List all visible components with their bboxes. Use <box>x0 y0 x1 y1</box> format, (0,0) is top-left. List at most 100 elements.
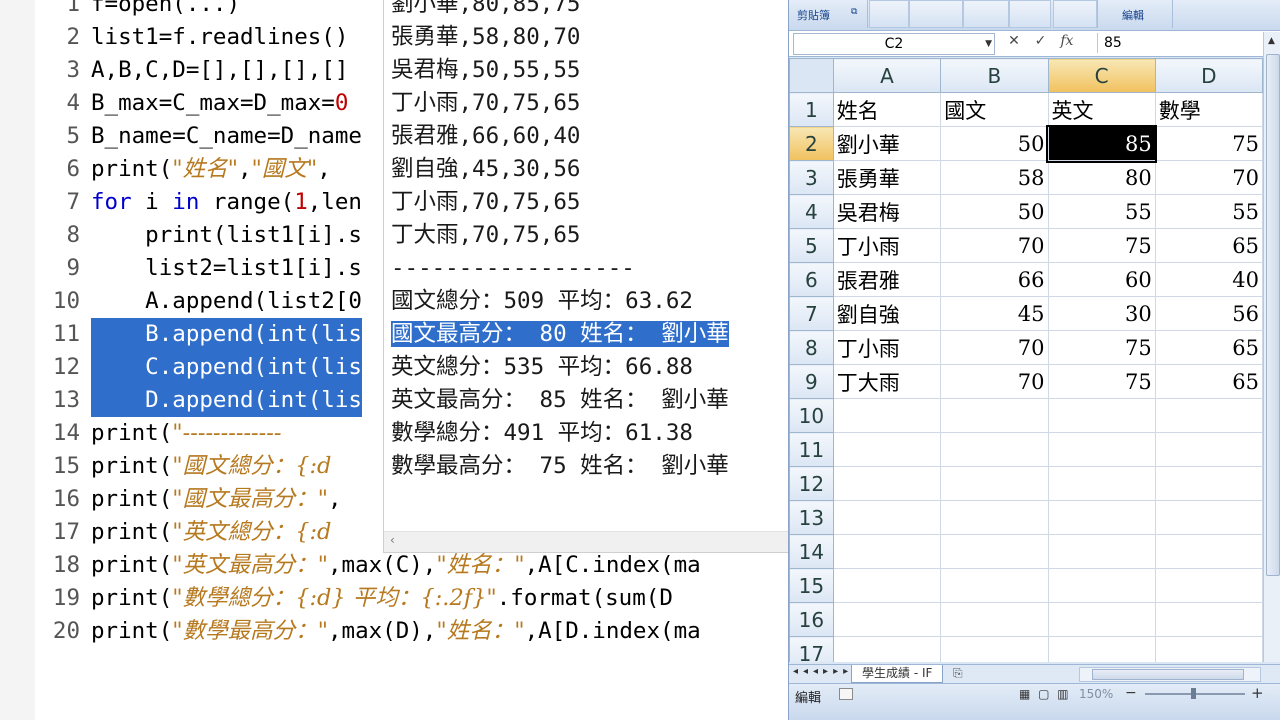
sheet-cell[interactable]: 張君雅 <box>832 262 942 297</box>
row-header[interactable]: 9 <box>789 364 834 399</box>
insert-sheet-icon[interactable]: ⎘ <box>953 666 963 681</box>
sheet-cell[interactable] <box>940 568 1049 603</box>
code-line[interactable]: 20 print("數學最高分：",max(D),"姓名：",A[D.index(… <box>0 615 790 648</box>
row-header[interactable]: 16 <box>789 602 834 637</box>
sheet-cell[interactable]: 丁小雨 <box>832 330 942 365</box>
code-text[interactable]: B_name=C_name=D_name <box>91 120 362 153</box>
code-text[interactable]: print("國文最高分：", <box>91 483 342 516</box>
edit-group[interactable]: 編輯 <box>1097 0 1173 28</box>
code-text[interactable]: list1=f.readlines() <box>91 21 348 54</box>
sheet-cell[interactable] <box>1154 602 1263 637</box>
code-text[interactable]: print("英文總分：{:d <box>91 516 331 549</box>
code-text[interactable]: list2=list1[i].s <box>91 252 362 285</box>
sheet-cell[interactable] <box>940 466 1049 501</box>
row-header[interactable]: 17 <box>789 636 834 662</box>
ribbon-button[interactable] <box>909 0 963 28</box>
ribbon-button[interactable] <box>869 0 909 28</box>
sheet-cell[interactable]: 65 <box>1154 364 1263 399</box>
code-text[interactable]: print(list1[i].s <box>91 219 362 252</box>
ribbon-button[interactable] <box>1053 0 1097 28</box>
sheet-cell[interactable]: 70 <box>940 364 1049 399</box>
code-text[interactable]: print("英文最高分：",max(C),"姓名：",A[C.index(ma <box>91 549 701 582</box>
zoom-level[interactable]: 150% <box>1079 687 1113 701</box>
row-header[interactable]: 12 <box>789 466 834 501</box>
sheet-cell[interactable]: 70 <box>1154 160 1263 195</box>
output-horizontal-scrollbar[interactable]: ‹ <box>384 531 788 552</box>
sheet-cell[interactable] <box>832 568 942 603</box>
dialog-launcher-icon[interactable]: ⧉ <box>851 7 857 17</box>
code-text[interactable]: f=open(...) <box>91 0 240 21</box>
output-window[interactable]: 劉小華,80,85,75 張勇華,58,80,70 吳君梅,50,55,55 丁小雨,… <box>383 0 789 553</box>
clipboard-group[interactable]: 剪貼簿 ⧉ <box>789 0 868 28</box>
sheet-cell[interactable]: 劉自強 <box>832 296 942 331</box>
row-header[interactable]: 10 <box>789 398 834 433</box>
sheet-cell[interactable]: 國文 <box>940 92 1049 127</box>
sheet-cell[interactable] <box>940 636 1049 662</box>
row-header[interactable]: 15 <box>789 568 834 603</box>
horizontal-scrollbar[interactable] <box>1079 667 1261 682</box>
worksheet-grid[interactable]: A B C D 1 姓名 國文 英文 數學 2 劉小華 50 85 75 3 張勇華 58 80 70 4 吳君梅 50 5… <box>789 58 1263 662</box>
column-header[interactable]: A <box>832 58 942 93</box>
column-header[interactable]: D <box>1154 58 1263 93</box>
sheet-cell[interactable] <box>1047 500 1156 535</box>
row-header[interactable]: 11 <box>789 432 834 467</box>
sheet-cell[interactable]: 張勇華 <box>832 160 942 195</box>
sheet-cell[interactable]: 50 <box>940 194 1049 229</box>
sheet-cell[interactable]: 劉小華 <box>832 126 942 161</box>
column-header[interactable]: B <box>940 58 1049 93</box>
sheet-cell[interactable] <box>1154 534 1263 569</box>
sheet-cell[interactable] <box>832 432 942 467</box>
sheet-cell[interactable]: 丁小雨 <box>832 228 942 263</box>
macro-record-icon[interactable] <box>839 688 853 700</box>
code-text[interactable]: print("姓名","國文", <box>91 153 331 186</box>
sheet-cell[interactable] <box>940 534 1049 569</box>
sheet-cell[interactable]: 75 <box>1047 364 1156 399</box>
sheet-cell[interactable] <box>1047 466 1156 501</box>
enter-icon[interactable]: ✓ <box>1029 33 1051 49</box>
code-text[interactable]: for i in range(1,len <box>91 186 362 219</box>
code-text[interactable]: print("數學總分：{:d} 平均：{:.2f}".format(sum(D <box>91 582 673 615</box>
worksheet-table[interactable]: A B C D 1 姓名 國文 英文 數學 2 劉小華 50 85 75 3 張勇華 58 80 70 4 吳君梅 50 5… <box>789 58 1263 662</box>
scrollbar-thumb[interactable] <box>1092 669 1244 680</box>
ribbon-button[interactable] <box>1009 0 1051 28</box>
code-line[interactable]: 18 print("英文最高分：",max(C),"姓名：",A[C.index(… <box>0 549 790 582</box>
sheet-cell[interactable]: 56 <box>1154 296 1263 331</box>
sheet-cell[interactable] <box>832 636 942 662</box>
sheet-cell[interactable] <box>832 602 942 637</box>
scroll-up-icon[interactable]: ▲ <box>1268 36 1275 46</box>
zoom-out-icon[interactable]: − <box>1125 685 1137 701</box>
excel-window[interactable]: 剪貼簿 ⧉ 編輯 C2 ▼ ✕ ✓ fx 85 ▲ ABCD1姓名國文英文數學2… <box>788 0 1280 720</box>
select-all-corner[interactable] <box>789 58 834 93</box>
row-header[interactable]: 3 <box>789 160 834 195</box>
row-header[interactable]: 14 <box>789 534 834 569</box>
formula-input[interactable]: 85 <box>1097 33 1264 53</box>
cancel-icon[interactable]: ✕ <box>1003 33 1025 49</box>
name-box[interactable]: C2 ▼ <box>793 33 995 55</box>
sheet-cell[interactable]: 吳君梅 <box>832 194 942 229</box>
sheet-cell[interactable] <box>1154 432 1263 467</box>
sheet-cell[interactable] <box>1047 398 1156 433</box>
sheet-cell[interactable] <box>1154 568 1263 603</box>
column-header[interactable]: C <box>1047 58 1156 93</box>
sheet-cell[interactable]: 65 <box>1154 330 1263 365</box>
code-line[interactable]: 19 print("數學總分：{:d} 平均：{:.2f}".format(sum… <box>0 582 790 615</box>
sheet-cell[interactable] <box>1047 636 1156 662</box>
sheet-cell[interactable]: 英文 <box>1047 92 1156 127</box>
code-text[interactable]: A.append(list2[0 <box>91 285 362 318</box>
code-text[interactable]: C.append(int(lis <box>91 351 362 384</box>
sheet-cell[interactable]: 55 <box>1047 194 1156 229</box>
sheet-cell[interactable] <box>1154 636 1263 662</box>
code-text[interactable]: A,B,C,D=[],[],[],[] <box>91 54 348 87</box>
chevron-down-icon[interactable]: ▼ <box>985 34 992 54</box>
sheet-cell[interactable]: 66 <box>940 262 1049 297</box>
sheet-cell[interactable]: 70 <box>940 228 1049 263</box>
code-text[interactable]: D.append(int(lis <box>91 384 362 417</box>
sheet-cell[interactable] <box>1047 602 1156 637</box>
view-buttons[interactable]: ▦ ▢ ▥ <box>1019 687 1071 701</box>
sheet-cell[interactable]: 60 <box>1047 262 1156 297</box>
sheet-cell[interactable]: 70 <box>940 330 1049 365</box>
sheet-cell[interactable] <box>940 602 1049 637</box>
sheet-tab[interactable]: 學生成績 - IF <box>851 665 944 683</box>
sheet-cell[interactable] <box>1047 568 1156 603</box>
row-header[interactable]: 8 <box>789 330 834 365</box>
